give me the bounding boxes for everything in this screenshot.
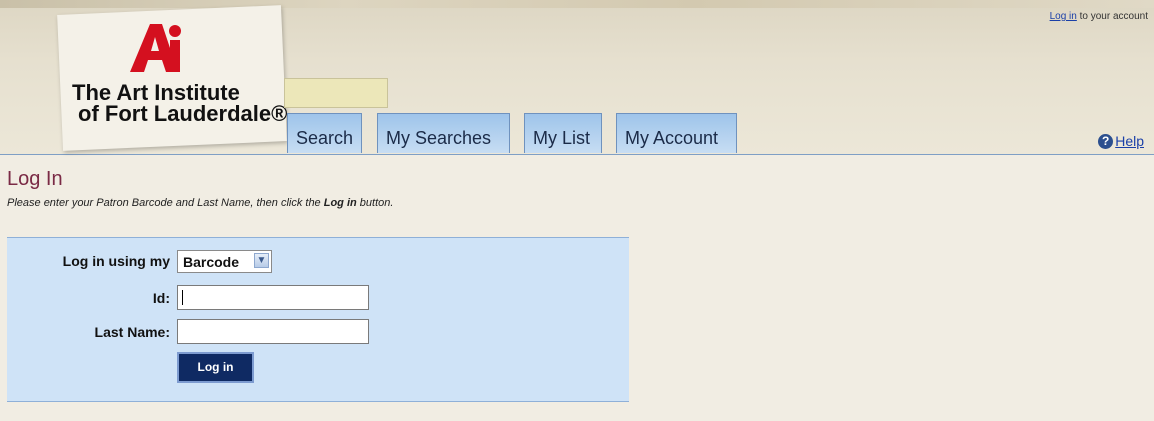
chevron-down-icon[interactable]: ▼ xyxy=(254,253,269,268)
login-button[interactable]: Log in xyxy=(177,352,254,383)
login-using-label: Log in using my xyxy=(62,253,170,269)
id-input[interactable] xyxy=(177,285,369,310)
instructions-bold: Log in xyxy=(323,197,357,209)
tab-my-searches[interactable]: My Searches xyxy=(377,113,510,153)
last-name-input[interactable] xyxy=(177,319,369,344)
login-method-select[interactable]: Barcode ▼ xyxy=(177,250,272,273)
help-label[interactable]: Help xyxy=(1115,133,1144,149)
logo-text: The Art Institute of Fort Lauderdale® xyxy=(72,80,288,126)
top-login-message: Log in to your account xyxy=(1050,11,1148,22)
header-banner: The Art Institute of Fort Lauderdale® Lo… xyxy=(0,0,1154,155)
id-label: Id: xyxy=(152,290,170,306)
tab-search[interactable]: Search xyxy=(287,113,362,153)
tab-my-list[interactable]: My List xyxy=(524,113,602,153)
page-title: Log In xyxy=(7,168,63,190)
instructions-text-2: button. xyxy=(356,197,394,209)
header-search-box[interactable] xyxy=(284,78,388,108)
help-link[interactable]: ? Help xyxy=(1098,133,1144,149)
logo-line-1: The Art Institute xyxy=(72,80,240,105)
logo-line-2: of Fort Lauderdale® xyxy=(78,101,288,126)
login-instructions: Please enter your Patron Barcode and Las… xyxy=(7,197,393,209)
help-icon[interactable]: ? xyxy=(1098,133,1114,149)
top-login-link[interactable]: Log in xyxy=(1050,11,1077,22)
last-name-label: Last Name: xyxy=(94,324,170,340)
text-caret xyxy=(182,290,183,305)
logo-mark-icon xyxy=(130,24,181,72)
tab-my-account[interactable]: My Account xyxy=(616,113,737,153)
login-method-value: Barcode xyxy=(183,254,240,270)
top-login-rest: to your account xyxy=(1076,11,1148,22)
instructions-text-1: Please enter your Patron Barcode and Las… xyxy=(7,197,324,209)
